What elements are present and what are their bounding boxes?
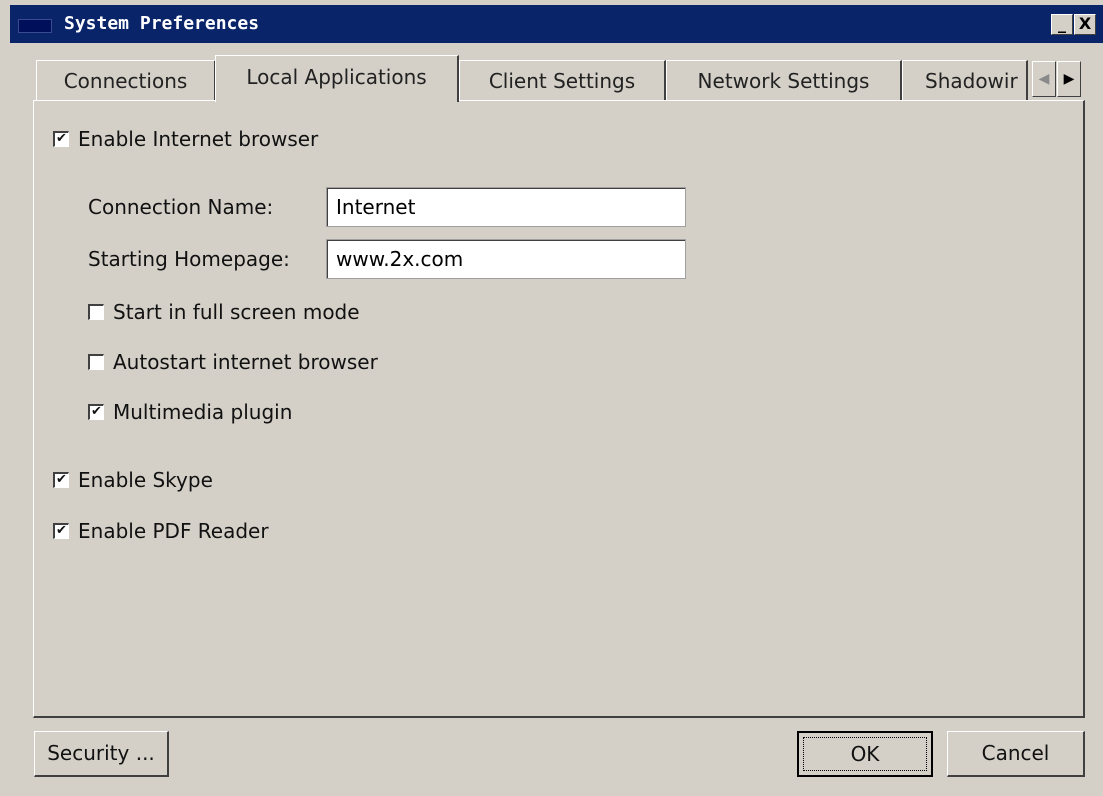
ok-button[interactable]: OK <box>797 731 933 777</box>
full-screen-mode-checkbox[interactable]: Start in full screen mode <box>88 300 360 324</box>
enable-skype-checkbox[interactable]: ✔ Enable Skype <box>53 468 213 492</box>
tab-label: Network Settings <box>697 69 870 93</box>
checkbox-label: Multimedia plugin <box>113 400 293 424</box>
checkbox-label: Start in full screen mode <box>113 300 360 324</box>
enable-pdf-reader-checkbox[interactable]: ✔ Enable PDF Reader <box>53 519 269 543</box>
starting-homepage-input[interactable]: www.2x.com <box>326 239 686 279</box>
tab-label: Connections <box>63 69 188 93</box>
checkbox-checked-icon: ✔ <box>53 472 69 488</box>
window-menu-icon[interactable] <box>18 19 52 33</box>
minimize-button[interactable]: _ <box>1051 14 1073 35</box>
tab-local-applications[interactable]: Local Applications <box>215 55 459 102</box>
chevron-left-icon: ◀ <box>1038 71 1050 87</box>
tab-label: Local Applications <box>246 65 427 89</box>
tab-scroll-left-button[interactable]: ◀ <box>1032 61 1056 97</box>
close-button[interactable]: X <box>1074 14 1096 35</box>
checkbox-label: Autostart internet browser <box>113 350 378 374</box>
tab-label: Client Settings <box>488 69 636 93</box>
connection-name-input[interactable]: Internet <box>326 187 686 227</box>
autostart-browser-checkbox[interactable]: Autostart internet browser <box>88 350 378 374</box>
tab-network-settings[interactable]: Network Settings <box>666 60 902 101</box>
tab-label: Shadowir <box>925 69 1018 93</box>
checkbox-label: Enable Skype <box>78 468 213 492</box>
checkbox-unchecked-icon <box>88 304 104 320</box>
connection-name-label: Connection Name: <box>88 195 274 219</box>
enable-internet-browser-checkbox[interactable]: ✔ Enable Internet browser <box>53 127 318 151</box>
tab-client-settings[interactable]: Client Settings <box>459 60 666 101</box>
checkbox-unchecked-icon <box>88 354 104 370</box>
security-button[interactable]: Security ... <box>34 731 169 777</box>
tab-scroll-right-button[interactable]: ▶ <box>1057 61 1081 97</box>
checkbox-checked-icon: ✔ <box>53 523 69 539</box>
window-title: System Preferences <box>64 13 260 34</box>
multimedia-plugin-checkbox[interactable]: ✔ Multimedia plugin <box>88 400 292 424</box>
starting-homepage-label: Starting Homepage: <box>88 247 290 271</box>
checkbox-checked-icon: ✔ <box>88 404 104 420</box>
tab-shadowing[interactable]: Shadowir <box>902 60 1028 101</box>
checkbox-label: Enable Internet browser <box>78 127 319 151</box>
tab-connections[interactable]: Connections <box>36 60 216 101</box>
chevron-right-icon: ▶ <box>1063 71 1075 87</box>
title-bar[interactable]: System Preferences _ X <box>10 5 1103 43</box>
ok-button-label: OK <box>803 737 927 771</box>
checkbox-label: Enable PDF Reader <box>78 519 269 543</box>
checkbox-checked-icon: ✔ <box>53 131 69 147</box>
cancel-button[interactable]: Cancel <box>947 731 1085 777</box>
